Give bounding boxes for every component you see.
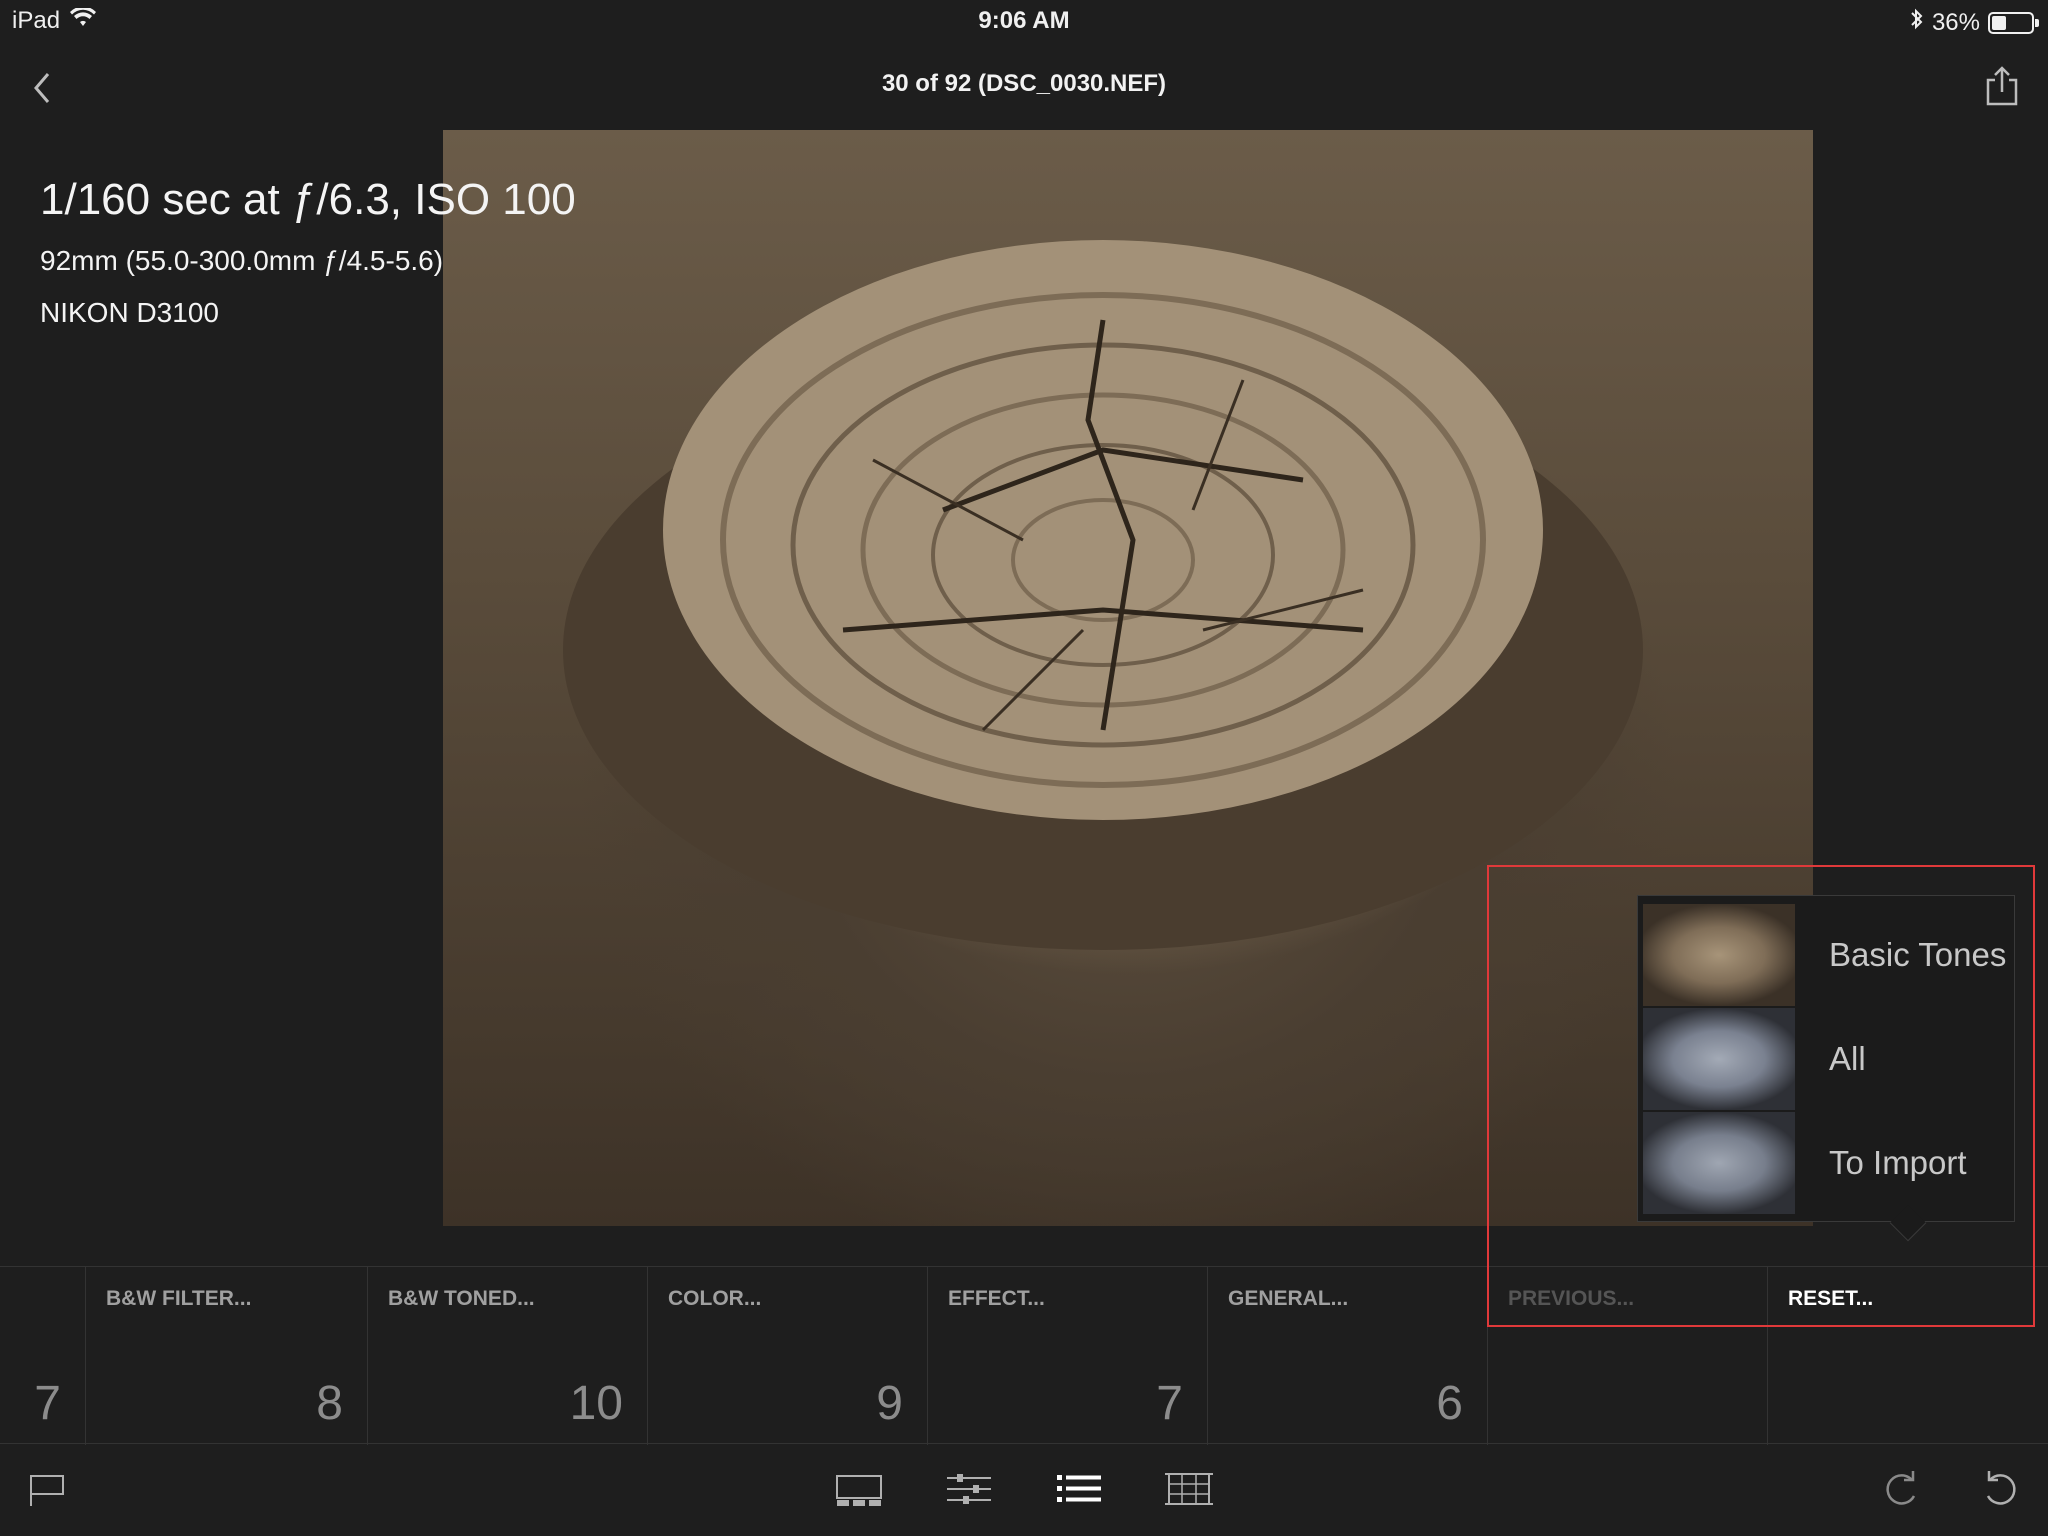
presets-list-icon[interactable] bbox=[1053, 1466, 1105, 1512]
preset-count: 10 bbox=[569, 1377, 623, 1430]
exif-camera: NIKON D3100 bbox=[40, 297, 219, 328]
bluetooth-icon bbox=[1910, 7, 1924, 38]
preview-thumbnail bbox=[1643, 1008, 1795, 1110]
main-photo[interactable] bbox=[443, 130, 1813, 1226]
reset-option-label: Basic Tones bbox=[1829, 936, 2007, 973]
preset-category-partial[interactable]: 7 bbox=[0, 1267, 85, 1445]
crop-grid-icon[interactable] bbox=[1163, 1466, 1215, 1512]
share-icon[interactable] bbox=[1982, 64, 2022, 108]
reset-option-all[interactable]: All bbox=[1643, 1008, 2011, 1110]
preset-categories: 7 B&W FILTER... 8 B&W TONED... 10 COLOR.… bbox=[0, 1266, 2048, 1445]
preset-count: 7 bbox=[34, 1377, 61, 1430]
preset-count: 6 bbox=[1436, 1377, 1463, 1430]
tree-stump-image bbox=[563, 240, 1643, 950]
preview-thumbnail bbox=[1643, 1112, 1795, 1214]
preset-title: B&W TONED... bbox=[388, 1287, 535, 1310]
photo-counter-title: 30 of 92 (DSC_0030.NEF) bbox=[881, 70, 1167, 97]
reset-button[interactable]: RESET... bbox=[1767, 1267, 2048, 1445]
reset-option-label: To Import bbox=[1829, 1144, 1967, 1181]
status-time: 9:06 AM bbox=[978, 7, 1070, 34]
reset-option-to-import[interactable]: To Import bbox=[1643, 1112, 2011, 1214]
preset-title: GENERAL... bbox=[1228, 1287, 1349, 1310]
preset-title: B&W FILTER... bbox=[106, 1287, 252, 1310]
previous-button[interactable]: PREVIOUS... bbox=[1487, 1267, 1767, 1445]
redo-icon[interactable] bbox=[1874, 1466, 1926, 1512]
status-bar: iPad 9:06 AM 36% bbox=[0, 0, 2048, 42]
exif-exposure: 1/160 sec at ƒ/6.3, ISO 100 bbox=[40, 175, 576, 224]
adjustments-icon[interactable] bbox=[943, 1466, 995, 1512]
exif-info: 1/160 sec at ƒ/6.3, ISO 100 92mm (55.0-3… bbox=[40, 172, 576, 330]
battery-icon bbox=[1988, 11, 2039, 34]
reset-option-basic-tones[interactable]: Basic Tones bbox=[1643, 904, 2011, 1006]
flag-icon[interactable] bbox=[24, 1466, 76, 1512]
preset-title: EFFECT... bbox=[948, 1287, 1045, 1310]
preset-category-color[interactable]: COLOR... 9 bbox=[647, 1267, 927, 1445]
reset-option-label: All bbox=[1829, 1040, 1866, 1077]
preset-category-general[interactable]: GENERAL... 6 bbox=[1207, 1267, 1487, 1445]
preset-title: RESET... bbox=[1788, 1287, 1874, 1310]
nav-bar: 30 of 92 (DSC_0030.NEF) bbox=[0, 42, 2048, 128]
preset-count: 9 bbox=[876, 1377, 903, 1430]
filmstrip-icon[interactable] bbox=[833, 1466, 885, 1512]
preset-category-effect[interactable]: EFFECT... 7 bbox=[927, 1267, 1207, 1445]
preset-title: COLOR... bbox=[668, 1287, 762, 1310]
preview-thumbnail bbox=[1643, 904, 1795, 1006]
undo-icon[interactable] bbox=[1976, 1466, 2028, 1512]
preset-count: 8 bbox=[316, 1377, 343, 1430]
preset-count: 7 bbox=[1156, 1377, 1183, 1430]
preset-title: PREVIOUS... bbox=[1508, 1287, 1635, 1310]
battery-percent: 36% bbox=[1931, 8, 1980, 36]
bottom-toolbar bbox=[0, 1444, 2048, 1536]
preset-category-bw-toned[interactable]: B&W TONED... 10 bbox=[367, 1267, 647, 1445]
preset-category-bw-filter[interactable]: B&W FILTER... 8 bbox=[85, 1267, 367, 1445]
exif-lens: 92mm (55.0-300.0mm ƒ/4.5-5.6) bbox=[40, 245, 444, 276]
reset-popover: Basic Tones All To Import bbox=[1637, 895, 2015, 1222]
